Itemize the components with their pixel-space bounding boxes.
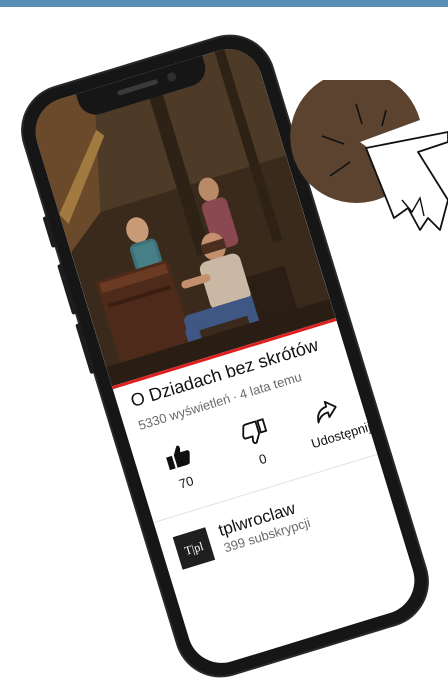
speaker-grille xyxy=(116,78,159,96)
dislike-button[interactable]: 0 xyxy=(218,411,299,476)
thumbs-up-icon xyxy=(166,445,190,471)
dislike-count: 0 xyxy=(257,450,269,468)
front-camera xyxy=(165,71,178,83)
phone-volume-down xyxy=(75,322,96,375)
channel-avatar[interactable]: T|pl xyxy=(172,527,216,570)
like-count: 70 xyxy=(177,473,196,492)
share-button[interactable]: Udostępnij xyxy=(294,388,375,453)
like-button[interactable]: 70 xyxy=(141,434,222,499)
thumbs-down-icon xyxy=(242,418,268,444)
top-accent-bar xyxy=(0,0,448,7)
share-icon xyxy=(317,400,337,424)
phone-volume-up xyxy=(57,263,78,315)
phone-mute-switch xyxy=(42,215,57,248)
click-cursor-icon xyxy=(290,80,448,231)
channel-logo-text: T|pl xyxy=(182,539,206,558)
